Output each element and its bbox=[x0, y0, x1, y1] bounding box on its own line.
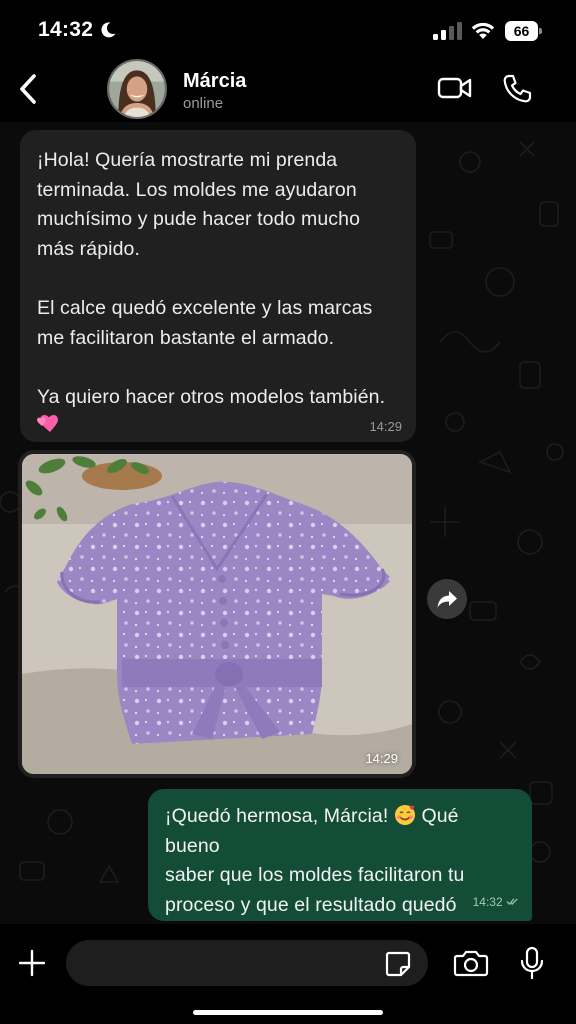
chat-area[interactable]: ¡Hola! Quería mostrarte mi prenda termin… bbox=[0, 122, 576, 924]
camera-icon[interactable] bbox=[453, 948, 489, 978]
incoming-message-bubble[interactable]: ¡Hola! Quería mostrarte mi prenda termin… bbox=[20, 130, 416, 442]
status-time: 14:32 bbox=[38, 18, 94, 41]
message-text: ¡Quedó hermosa, Márcia! Qué bueno saber … bbox=[165, 802, 518, 924]
moon-icon bbox=[101, 22, 116, 38]
message-time: 14:29 bbox=[369, 419, 402, 434]
battery-icon: 66 bbox=[505, 21, 542, 41]
message-text-part1: ¡Quedó hermosa, Márcia! bbox=[165, 805, 389, 827]
forward-button[interactable] bbox=[427, 579, 467, 619]
status-bar: 14:32 66 bbox=[0, 0, 576, 62]
outgoing-meta: 14:32 bbox=[473, 895, 520, 909]
message-text: ¡Hola! Quería mostrarte mi prenda termin… bbox=[37, 149, 386, 408]
message-input[interactable] bbox=[66, 940, 428, 986]
signal-icon bbox=[433, 22, 462, 40]
incoming-image-bubble[interactable]: 14:29 bbox=[18, 450, 416, 778]
input-bar bbox=[0, 924, 576, 1024]
message-time: 14:32 bbox=[472, 895, 503, 909]
video-call-icon[interactable] bbox=[437, 74, 473, 102]
wifi-icon bbox=[471, 22, 495, 39]
smiling-face-with-hearts-emoji bbox=[394, 805, 415, 825]
phone-icon[interactable] bbox=[500, 72, 534, 106]
contact-name[interactable]: Márcia bbox=[183, 70, 246, 93]
microphone-icon[interactable] bbox=[519, 946, 545, 980]
message-time: 14:29 bbox=[365, 751, 398, 766]
two-hearts-emoji bbox=[37, 415, 58, 432]
back-chevron-icon[interactable] bbox=[14, 70, 44, 108]
forward-arrow-icon bbox=[437, 591, 457, 608]
avatar[interactable] bbox=[107, 59, 167, 119]
chat-header: Márcia online bbox=[0, 59, 576, 122]
plus-icon[interactable] bbox=[17, 948, 47, 978]
read-receipt-icon bbox=[506, 898, 518, 906]
home-indicator bbox=[193, 1010, 383, 1015]
battery-level: 66 bbox=[505, 21, 538, 41]
contact-status: online bbox=[183, 95, 224, 112]
lilac-floral-blouse-photo[interactable]: 14:29 bbox=[22, 454, 412, 774]
outgoing-message-bubble[interactable]: ¡Quedó hermosa, Márcia! Qué bueno saber … bbox=[148, 789, 532, 924]
sticker-icon[interactable] bbox=[384, 950, 412, 978]
